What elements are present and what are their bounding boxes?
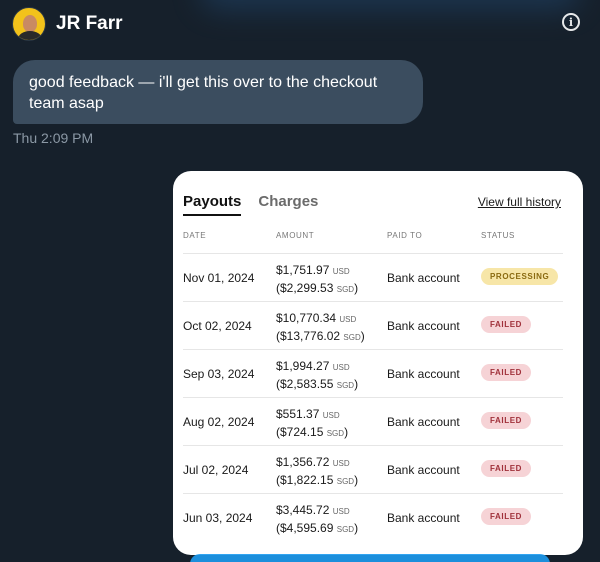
column-date: DATE [183,231,207,240]
payouts-card: Payouts Charges View full history DATE A… [173,171,583,555]
amount-usd: $1,356.72 [276,455,330,469]
currency-usd: USD [332,459,350,468]
table-row[interactable]: Jun 03, 2024 $3,445.72 USD ($4,595.69 SG… [183,493,563,541]
table-row[interactable]: Sep 03, 2024 $1,994.27 USD ($2,583.55 SG… [183,349,563,397]
view-full-history-link[interactable]: View full history [478,195,561,209]
row-paid-to: Bank account [387,511,460,525]
info-icon[interactable]: i [562,13,580,31]
row-amount: $3,445.72 USD ($4,595.69 SGD) [276,503,359,535]
row-amount: $551.37 USD ($724.15 SGD) [276,407,349,439]
row-paid-to: Bank account [387,415,460,429]
currency-usd: USD [339,315,357,324]
row-date: Jul 02, 2024 [183,463,249,477]
column-status: STATUS [481,231,515,240]
currency-usd: USD [322,411,340,420]
currency-sgd: SGD [326,429,345,438]
currency-usd: USD [332,507,350,516]
row-date: Sep 03, 2024 [183,367,255,381]
status-badge: FAILED [481,460,532,477]
status-badge: FAILED [481,364,532,381]
row-paid-to: Bank account [387,271,460,285]
currency-usd: USD [332,267,350,276]
status-badge: PROCESSING [481,268,559,285]
currency-sgd: SGD [336,381,355,390]
tab-bar: Payouts Charges [183,193,318,216]
currency-sgd: SGD [336,285,355,294]
row-date: Aug 02, 2024 [183,415,255,429]
chat-header: JR Farr i [0,0,600,48]
status-badge: FAILED [481,412,532,429]
tab-payouts[interactable]: Payouts [183,193,242,216]
table-row[interactable]: Aug 02, 2024 $551.37 USD ($724.15 SGD) B… [183,397,563,445]
row-amount: $1,751.97 USD ($2,299.53 SGD) [276,263,359,295]
currency-usd: USD [332,363,350,372]
row-amount: $1,994.27 USD ($2,583.55 SGD) [276,359,359,391]
table-header: DATE AMOUNT PAID TO STATUS [183,231,563,253]
amount-sgd: ($4,595.69 [276,521,334,535]
payouts-table: Nov 01, 2024 $1,751.97 USD ($2,299.53 SG… [183,253,563,541]
amount-usd: $1,751.97 [276,263,330,277]
column-amount: AMOUNT [276,231,315,240]
row-amount: $10,770.34 USD ($13,776.02 SGD) [276,311,365,343]
message-bubble: good feedback — i'll get this over to th… [13,60,423,124]
status-badge: FAILED [481,508,532,525]
row-date: Nov 01, 2024 [183,271,255,285]
status-badge: FAILED [481,316,532,333]
tab-charges[interactable]: Charges [258,193,318,216]
contact-name[interactable]: JR Farr [56,13,123,35]
avatar-body [18,31,42,40]
amount-sgd: ($2,583.55 [276,377,334,391]
amount-usd: $3,445.72 [276,503,330,517]
table-row[interactable]: Jul 02, 2024 $1,356.72 USD ($1,822.15 SG… [183,445,563,493]
avatar[interactable] [12,7,46,41]
row-amount: $1,356.72 USD ($1,822.15 SGD) [276,455,359,487]
amount-sgd: ($724.15 [276,425,324,439]
avatar-face [23,15,37,32]
row-date: Jun 03, 2024 [183,511,253,525]
amount-sgd: ($13,776.02 [276,329,341,343]
amount-usd: $1,994.27 [276,359,330,373]
currency-sgd: SGD [336,477,355,486]
message-timestamp: Thu 2:09 PM [13,130,94,146]
row-paid-to: Bank account [387,367,460,381]
row-paid-to: Bank account [387,319,460,333]
table-row[interactable]: Nov 01, 2024 $1,751.97 USD ($2,299.53 SG… [183,253,563,301]
amount-sgd: ($1,822.15 [276,473,334,487]
amount-usd: $10,770.34 [276,311,337,325]
next-message-edge [190,554,550,562]
currency-sgd: SGD [343,333,361,342]
column-paid-to: PAID TO [387,231,423,240]
row-date: Oct 02, 2024 [183,319,252,333]
amount-sgd: ($2,299.53 [276,281,334,295]
row-paid-to: Bank account [387,463,460,477]
amount-usd: $551.37 [276,407,320,421]
currency-sgd: SGD [336,525,355,534]
table-row[interactable]: Oct 02, 2024 $10,770.34 USD ($13,776.02 … [183,301,563,349]
